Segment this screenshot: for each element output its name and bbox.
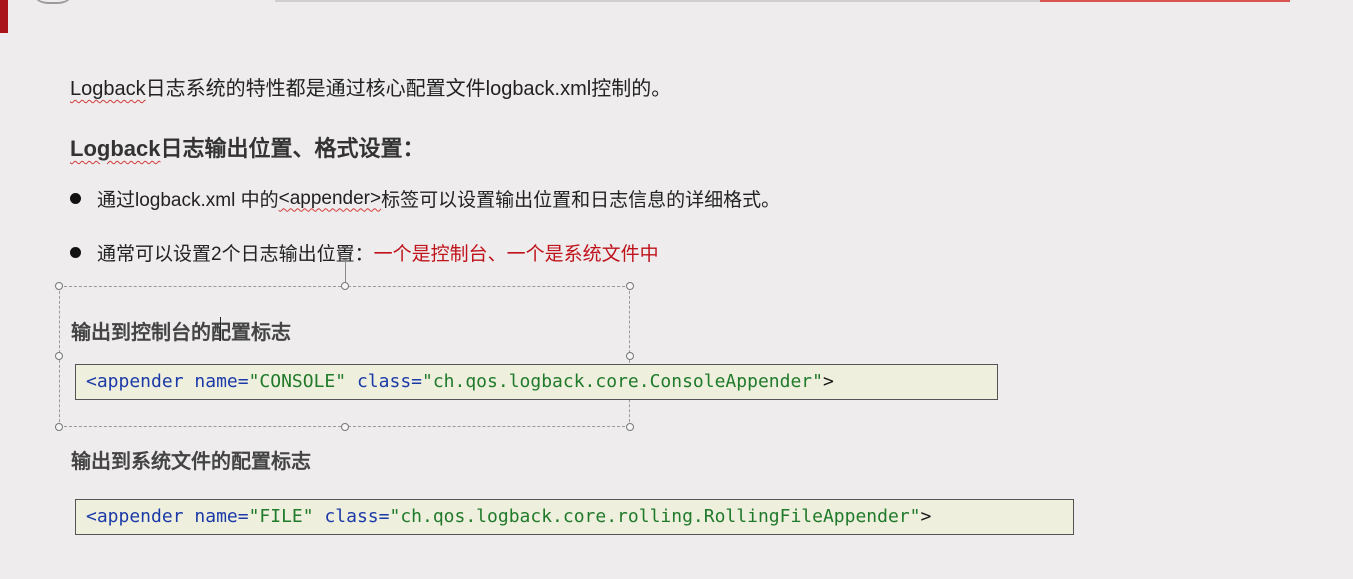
code-value-name: "CONSOLE"	[248, 371, 347, 392]
resize-handle-top-left[interactable]	[55, 282, 63, 290]
code-value-class: "ch.qos.logback.core.ConsoleAppender"	[422, 371, 823, 392]
code-value-name: "FILE"	[248, 506, 314, 527]
code-attr-class: class=	[356, 371, 422, 392]
header-divider-accent	[1040, 0, 1290, 2]
resize-handle-right[interactable]	[626, 352, 634, 360]
heading-body: 日志输出位置、格式设置：	[160, 136, 425, 161]
file-code-block: <appender name="FILE" class="ch.qos.logb…	[75, 499, 1074, 535]
selection-box[interactable]	[59, 286, 630, 427]
code-tag-close: >	[920, 506, 932, 527]
code-attr-name: name=	[194, 371, 249, 392]
bullet-item-locations: 通常可以设置2个日志输出位置： 一个是控制台、一个是系统文件中	[70, 239, 659, 266]
bullet-dot-icon	[70, 193, 81, 204]
bullet-suffix: 标签可以设置输出位置和日志信息的详细格式。	[381, 190, 781, 211]
slide-accent-bar	[0, 0, 8, 33]
code-tag-close: >	[822, 371, 834, 392]
console-section-title[interactable]: 输出到控制台的配置标志	[71, 316, 291, 345]
code-value-class: "ch.qos.logback.core.rolling.RollingFile…	[389, 506, 921, 527]
resize-handle-bottom-left[interactable]	[55, 423, 63, 431]
bullet-prefix: 通过logback.xml 中的	[97, 190, 279, 211]
code-attr-name: name=	[194, 506, 249, 527]
rotate-handle[interactable]	[338, 246, 352, 260]
resize-handle-left[interactable]	[55, 352, 63, 360]
section-heading: Logback日志输出位置、格式设置：	[70, 131, 424, 163]
bullet-highlight: 一个是控制台、一个是系统文件中	[373, 244, 659, 265]
logo-icon	[30, 0, 76, 4]
intro-brand: Logback	[70, 78, 146, 100]
bullet-dot-icon	[70, 247, 81, 258]
bullet-item-appender: 通过logback.xml 中的 <appender> 标签可以设置输出位置和日志信…	[70, 185, 780, 212]
resize-handle-top[interactable]	[341, 282, 349, 290]
heading-brand: Logback	[70, 136, 161, 161]
text-cursor	[220, 317, 221, 341]
code-tag: <appender	[86, 371, 184, 392]
intro-body: 日志系统的特性都是通过核心配置文件logback.xml控制的。	[145, 78, 672, 100]
intro-text: Logback日志系统的特性都是通过核心配置文件logback.xml控制的。	[70, 72, 671, 101]
resize-handle-top-right[interactable]	[626, 282, 634, 290]
resize-handle-bottom-right[interactable]	[626, 423, 634, 431]
bullet-prefix: 通常可以设置2个日志输出位置：	[97, 244, 374, 265]
bullet-tag: <appender>	[278, 187, 382, 209]
console-code-block: <appender name="CONSOLE" class="ch.qos.l…	[75, 364, 998, 400]
file-section-title: 输出到系统文件的配置标志	[71, 451, 311, 473]
code-attr-class: class=	[324, 506, 390, 527]
code-tag: <appender	[86, 506, 184, 527]
resize-handle-bottom[interactable]	[341, 423, 349, 431]
